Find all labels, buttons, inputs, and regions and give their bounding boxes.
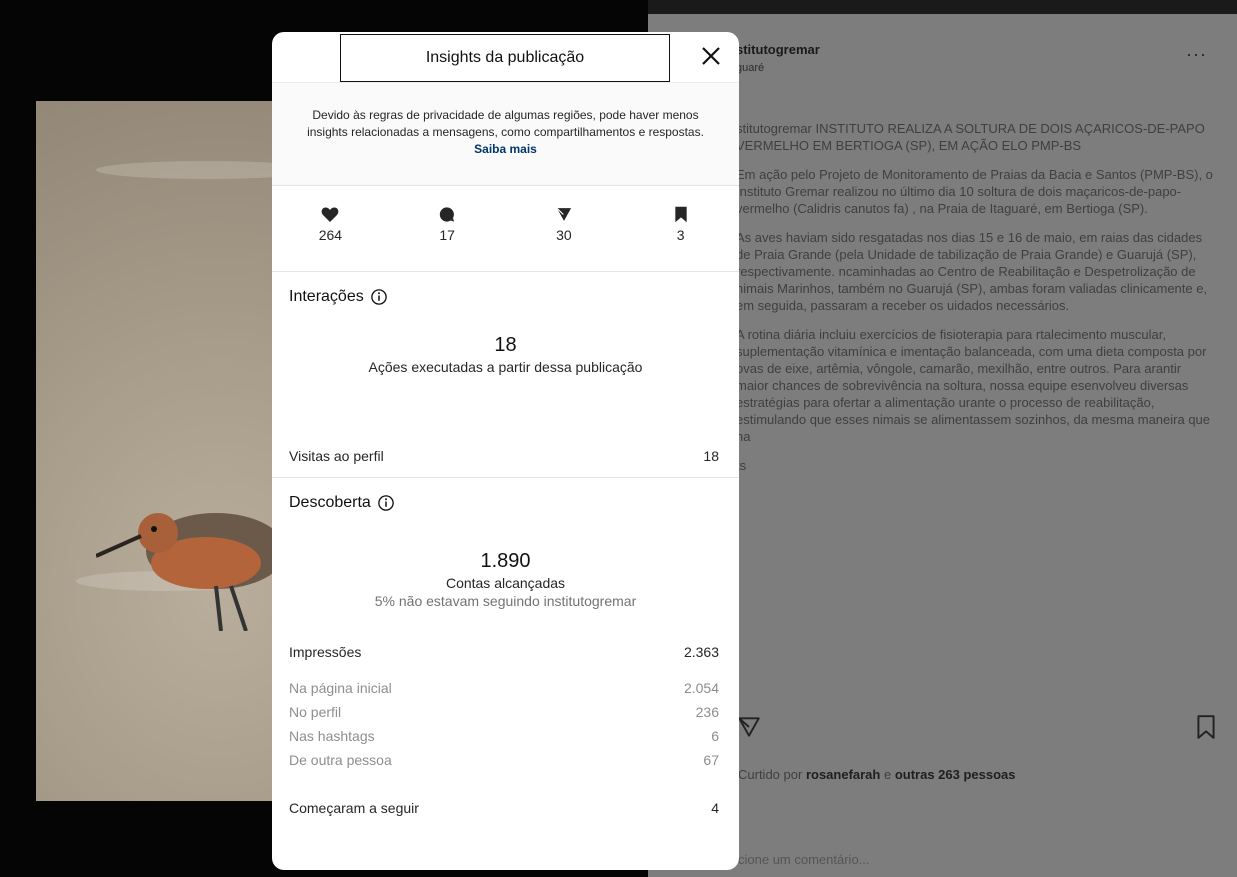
- share-icon[interactable]: [736, 714, 762, 740]
- breakdown-value: 236: [695, 704, 719, 720]
- reach-label: Contas alcançadas: [445, 575, 566, 591]
- comment-input[interactable]: cione um comentário...: [738, 852, 870, 867]
- profile-visits-value: 18: [703, 448, 719, 464]
- modal-header: Insights da publicação: [272, 32, 739, 82]
- caption-paragraph: As aves haviam sido resgatadas nos dias …: [736, 230, 1208, 313]
- liked-others-link[interactable]: outras 263 pessoas: [895, 767, 1016, 782]
- breakdown-row: De outra pessoa 67: [272, 752, 739, 768]
- breakdown-value: 2.054: [683, 680, 719, 696]
- liked-by: Curtido por rosanefarah e outras 263 pes…: [738, 766, 1016, 783]
- impressions-row: Impressões 2.363: [272, 644, 739, 660]
- stats-row: 264 17 30 3: [272, 186, 739, 272]
- post-actions: [736, 714, 1216, 744]
- post-location[interactable]: guaré: [736, 62, 764, 74]
- breakdown-value: 67: [703, 752, 719, 768]
- privacy-text: Devido às regras de privacidade de algum…: [307, 108, 704, 139]
- follows-label: Começaram a seguir: [289, 800, 419, 816]
- more-options-icon[interactable]: ···: [1186, 44, 1207, 65]
- learn-more-link[interactable]: Saiba mais: [474, 142, 537, 156]
- discovery-section: Descoberta 1.890 Contas alcançadas 5% nã…: [272, 478, 739, 870]
- post-username[interactable]: stitutogremar: [736, 42, 820, 57]
- caption-paragraph: Em ação pelo Projeto de Monitoramento de…: [736, 167, 1213, 216]
- saves-count: 3: [676, 227, 685, 243]
- breakdown-label: Nas hashtags: [289, 728, 375, 744]
- breakdown-label: No perfil: [289, 704, 342, 720]
- stat-comments: 17: [389, 186, 506, 271]
- insights-modal: Insights da publicação Devido às regras …: [272, 32, 739, 870]
- interactions-title-text: Interações: [289, 288, 364, 305]
- info-icon[interactable]: [377, 494, 395, 512]
- interactions-total: 18: [494, 334, 517, 356]
- liked-prefix: Curtido por: [738, 767, 803, 782]
- bookmark-icon[interactable]: [1194, 714, 1218, 740]
- privacy-notice: Devido às regras de privacidade de algum…: [272, 82, 739, 186]
- post-caption: stitutogremar INSTITUTO REALIZA A SOLTUR…: [736, 120, 1214, 486]
- shares-count: 30: [556, 227, 572, 243]
- breakdown-row: Na página inicial 2.054: [272, 680, 739, 696]
- comments-count: 17: [439, 227, 455, 243]
- discovery-title: Descoberta: [272, 478, 739, 512]
- comment-icon: [439, 207, 455, 222]
- interactions-title: Interações: [272, 272, 739, 306]
- breakdown-label: De outra pessoa: [289, 752, 392, 768]
- breakdown-value: 6: [711, 728, 719, 744]
- liked-conjunction: e: [883, 767, 892, 782]
- caption-paragraph: stitutogremar INSTITUTO REALIZA A SOLTUR…: [736, 121, 1205, 153]
- impressions-label: Impressões: [289, 644, 362, 660]
- not-following-text: 5% não estavam seguindo institutogremar: [374, 593, 637, 609]
- close-icon[interactable]: [699, 44, 723, 68]
- caption-paragraph: A rotina diária incluiu exercícios de fi…: [736, 327, 1211, 444]
- profile-visits-row: Visitas ao perfil 18: [272, 448, 739, 464]
- interactions-total-label: Ações executadas a partir dessa publicaç…: [368, 359, 643, 375]
- profile-visits-label: Visitas ao perfil: [289, 448, 384, 464]
- discovery-title-text: Descoberta: [289, 494, 371, 511]
- breakdown-row: No perfil 236: [272, 704, 739, 720]
- interactions-section: Interações 18 Ações executadas a partir …: [272, 272, 739, 478]
- impressions-value: 2.363: [683, 644, 719, 660]
- bookmark-icon: [674, 206, 687, 223]
- likes-count: 264: [318, 227, 343, 243]
- follows-value: 4: [711, 800, 719, 816]
- modal-title: Insights da publicação: [340, 34, 670, 82]
- info-icon[interactable]: [370, 288, 388, 306]
- reach-total: 1.890: [480, 550, 531, 572]
- share-icon: [556, 207, 571, 221]
- stat-likes: 264: [272, 186, 389, 271]
- breakdown-row: Nas hashtags 6: [272, 728, 739, 744]
- liked-user-link[interactable]: rosanefarah: [806, 767, 880, 782]
- stat-saves: 3: [622, 186, 739, 271]
- caption-more[interactable]: ts: [736, 457, 1214, 474]
- follows-row: Começaram a seguir 4: [272, 800, 739, 816]
- breakdown-label: Na página inicial: [289, 680, 392, 696]
- stat-shares: 30: [506, 186, 623, 271]
- heart-icon: [322, 207, 339, 222]
